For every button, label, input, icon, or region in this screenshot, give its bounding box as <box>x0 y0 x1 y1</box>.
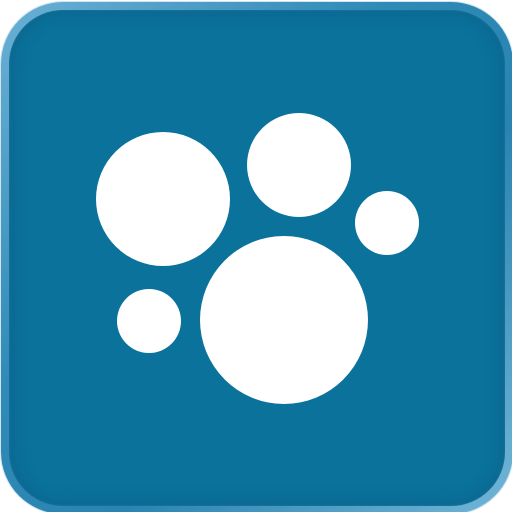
paw-toe-bottom-left <box>117 289 181 353</box>
paw-logo-icon <box>96 113 419 404</box>
paw-toe-large-left <box>96 132 230 266</box>
screen <box>0 0 512 512</box>
app-icon[interactable] <box>1 2 512 512</box>
paw-toe-top-middle <box>247 113 351 217</box>
paw-pad-main <box>200 236 368 404</box>
paw-toe-right <box>355 191 419 255</box>
